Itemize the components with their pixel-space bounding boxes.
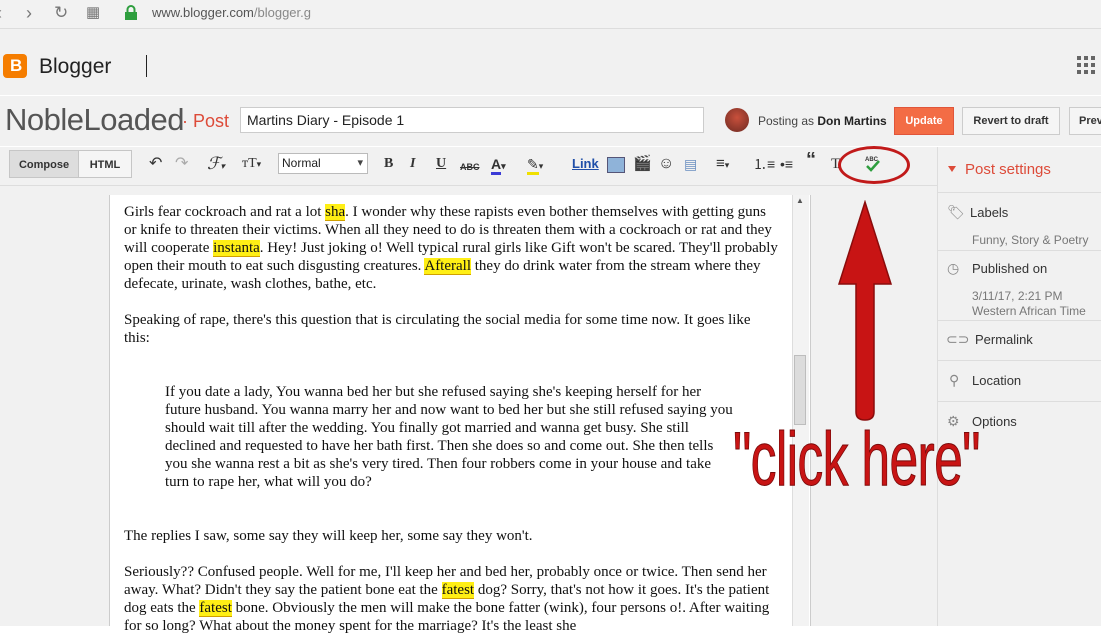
paragraph: The replies I saw, some say they will ke… [124,528,533,544]
published-heading: Published on [972,261,1048,276]
strikethrough-button[interactable]: ABC [460,158,480,176]
published-date: 3/11/17, 2:21 PM [972,289,1063,303]
forward-icon[interactable]: › [26,3,32,23]
insert-jump-break-icon[interactable]: ▤ [684,155,697,173]
back-icon[interactable]: ‹ [0,3,2,23]
blogger-logo-icon[interactable] [3,54,27,78]
annotation-arrow-icon [837,200,893,421]
reload-icon[interactable]: ↻ [54,3,68,23]
clock-icon: ◷ [947,260,960,276]
avatar[interactable] [725,108,749,132]
app-brand[interactable]: Blogger [39,55,111,79]
label-tag-icon: 🏷 [947,204,965,220]
published-timezone: Western African Time [972,304,1086,318]
blog-name[interactable]: NobleLoaded [5,102,184,138]
apps-shortcut-icon[interactable]: ▦ [86,3,100,23]
location-heading: Location [972,373,1022,388]
permalink-heading: Permalink [975,332,1033,347]
post-title-input[interactable] [240,107,704,133]
post-settings-title[interactable]: Post settings [965,161,1051,178]
font-size-icon[interactable]: тT▾ [242,155,261,173]
highlight-color-icon[interactable]: ✎▾ [527,155,543,175]
undo-icon[interactable]: ↶ [149,155,162,173]
font-family-icon[interactable]: ℱ▾ [207,155,225,175]
posting-as: Posting as Don Martins [758,114,887,128]
bold-button[interactable]: B [384,155,393,173]
app-header [0,29,1101,95]
header-divider [146,55,147,77]
insert-emoji-icon[interactable]: ☺ [658,155,674,173]
google-apps-icon[interactable] [1077,56,1095,74]
paragraph: Girls fear cockroach and rat a lot sha. … [124,204,778,292]
blockquote: If you date a lady, You wanna bed her bu… [165,384,733,490]
redo-icon[interactable]: ↷ [175,155,188,173]
labels-heading: Labels [970,205,1009,220]
secure-lock-icon [125,5,137,20]
quote-icon[interactable]: “ [806,150,816,170]
update-button[interactable]: Update [894,107,954,135]
address-bar[interactable]: www.blogger.com/blogger.g [152,5,311,20]
post-label: · Post [182,111,230,131]
browser-toolbar: ‹ › ↻ ▦ www.blogger.com/blogger.g [0,0,1101,29]
paragraph: Seriously?? Confused people. Well for me… [124,564,770,634]
italic-button[interactable]: I [410,155,415,173]
post-body[interactable]: Girls fear cockroach and rat a lot sha. … [124,203,780,635]
paragraph-format-select[interactable]: Normal [278,153,368,174]
underline-button[interactable]: U [436,155,446,173]
insert-video-icon[interactable]: 🎬 [633,155,652,173]
spell-check-highlight-circle [838,146,910,184]
insert-image-icon[interactable] [607,157,625,173]
html-mode-button[interactable]: HTML [79,150,132,178]
paragraph: Speaking of rape, there's this question … [124,312,751,346]
labels-value: Funny, Story & Poetry [972,233,1089,247]
preview-button[interactable]: Prev [1069,107,1101,135]
link-chain-icon: ⊂⊃ [946,331,970,347]
text-color-icon[interactable]: A▾ [491,155,506,175]
location-pin-icon: ⚲ [949,372,960,388]
collapse-arrow-icon[interactable] [948,166,956,172]
alignment-icon[interactable]: ≡▾ [716,155,729,174]
revert-to-draft-button[interactable]: Revert to draft [962,107,1060,135]
link-button[interactable]: Link [572,155,599,173]
numbered-list-icon[interactable]: ⒈≡ [753,155,775,173]
annotation-text: "click here" [733,417,981,503]
bulleted-list-icon[interactable]: •≡ [780,155,793,173]
compose-mode-button[interactable]: Compose [9,150,79,178]
